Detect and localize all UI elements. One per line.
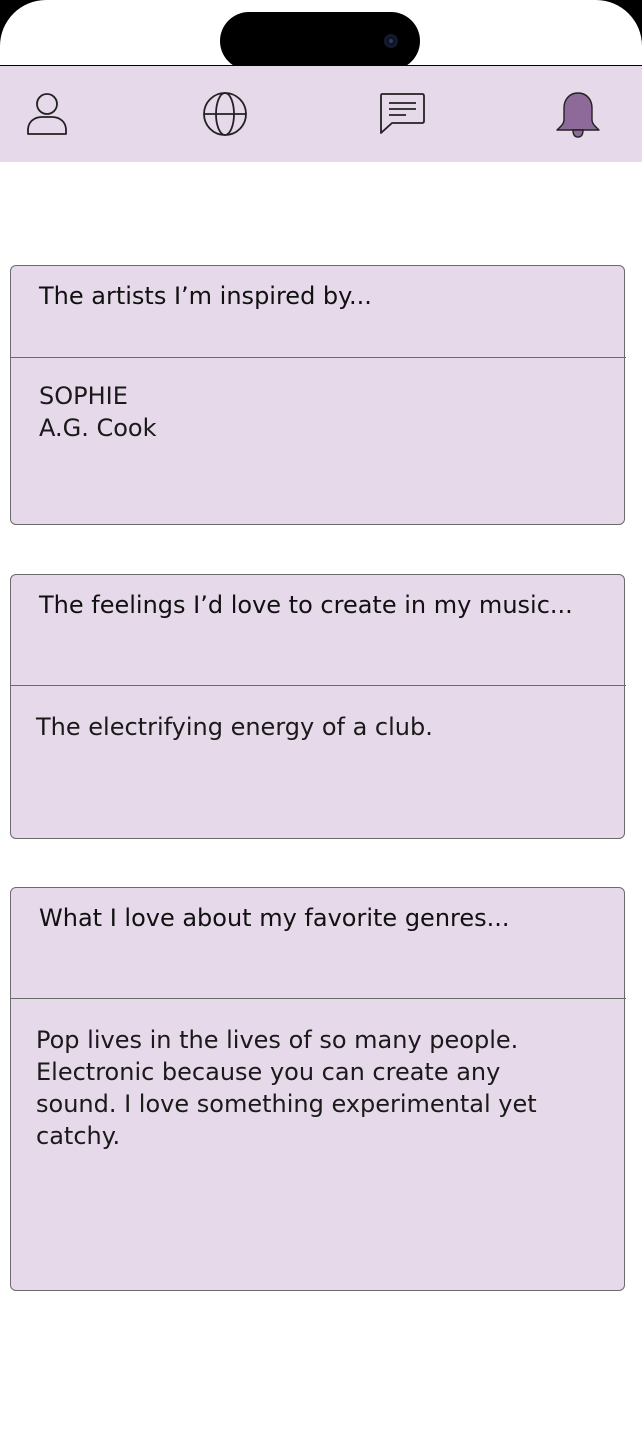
nav-explore-button[interactable] xyxy=(199,90,251,138)
feelings-card: The feelings I’d love to create in my mu… xyxy=(10,574,626,839)
card-title: The feelings I’d love to create in my mu… xyxy=(39,591,573,619)
card-header: The feelings I’d love to create in my mu… xyxy=(11,575,626,686)
nav-messages-button[interactable] xyxy=(375,90,427,138)
bell-icon xyxy=(556,92,600,138)
artists-card: The artists I’m inspired by... SOPHIE A.… xyxy=(10,265,626,525)
card-title: What I love about my favorite genres... xyxy=(39,904,510,932)
feelings-answer[interactable]: The electrifying energy of a club. xyxy=(36,711,584,743)
nav-notifications-button[interactable] xyxy=(552,90,604,138)
card-header: The artists I’m inspired by... xyxy=(11,266,626,358)
card-title: The artists I’m inspired by... xyxy=(39,282,372,310)
profile-icon xyxy=(27,93,67,135)
genres-answer[interactable]: Pop lives in the lives of so many people… xyxy=(36,1024,544,1152)
artists-answer[interactable]: SOPHIE A.G. Cook xyxy=(39,380,584,444)
dynamic-island xyxy=(220,12,420,70)
camera-icon xyxy=(384,34,398,48)
nav-profile-button[interactable] xyxy=(21,90,73,138)
globe-icon xyxy=(203,92,247,136)
chat-icon xyxy=(380,93,425,134)
top-nav-bar xyxy=(0,66,642,162)
genres-card: What I love about my favorite genres... … xyxy=(10,887,626,1291)
card-header: What I love about my favorite genres... xyxy=(11,888,626,999)
